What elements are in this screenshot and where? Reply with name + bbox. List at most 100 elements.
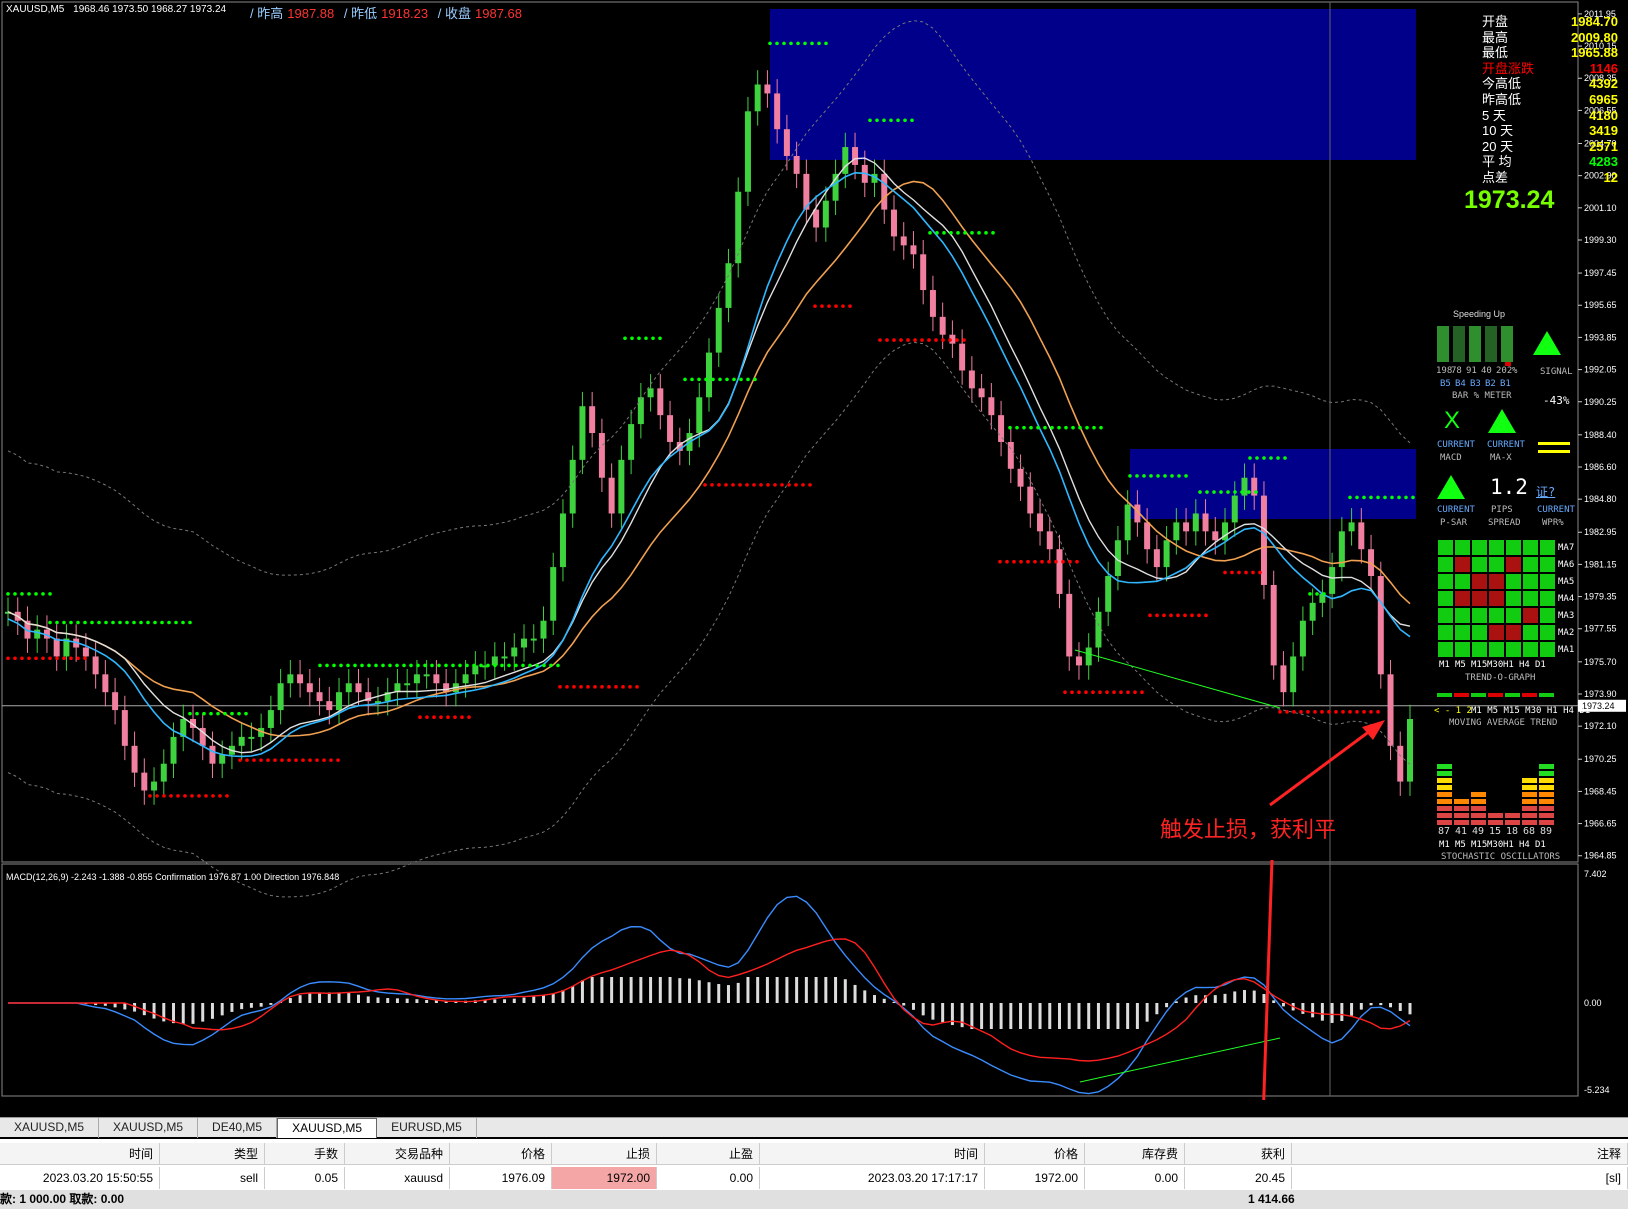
tab-xauusd-m5[interactable]: XAUUSD,M5 [277, 1118, 378, 1138]
sar-dot [223, 711, 227, 716]
col-header[interactable]: 止损 [552, 1143, 657, 1165]
candle-body [112, 692, 119, 711]
sar-dot [1390, 495, 1394, 500]
stoch-seg [1437, 771, 1452, 776]
stat-value: 3419 [1589, 123, 1618, 139]
macd-tick-label: 7.402 [1584, 869, 1607, 879]
trend-cell [1506, 557, 1521, 572]
sar-dot [237, 711, 241, 716]
candle-body [297, 674, 304, 684]
sar-dot [167, 620, 171, 625]
sar-dot [542, 663, 546, 668]
ma-label: MA6 [1558, 560, 1575, 570]
candle-body [1192, 513, 1199, 532]
sar-dot [188, 620, 192, 625]
sar-dot [1149, 474, 1153, 478]
col-header[interactable]: 时间 [760, 1143, 985, 1165]
candle-body [336, 692, 343, 711]
stat-row: 开盘 1984.70 [1482, 14, 1618, 30]
sar-dot [55, 656, 59, 661]
candle-body [774, 93, 781, 130]
sar-dot [521, 663, 525, 668]
sar-dot [1043, 425, 1047, 430]
candle-body [316, 692, 323, 702]
prev-low-label: 昨低 [351, 6, 378, 21]
candle-body [881, 173, 888, 210]
stoch-value: 18 [1506, 826, 1519, 837]
tab-xauusd-m5[interactable]: XAUUSD,M5 [99, 1118, 199, 1138]
sar-dot [1348, 495, 1352, 500]
candle-body [248, 736, 255, 739]
col-header[interactable]: 库存费 [1085, 1143, 1185, 1165]
candle-body [667, 415, 674, 442]
sar-dot [1064, 425, 1068, 430]
trade-row[interactable]: 2023.03.20 15:50:55 sell 0.05 xauusd 1976.09… [0, 1167, 1628, 1189]
trend-cell [1489, 591, 1504, 606]
sar-dot [514, 663, 518, 668]
stoch-value: 41 [1455, 826, 1468, 837]
candle-body [306, 683, 313, 693]
tab-xauusd-m5[interactable]: XAUUSD,M5 [0, 1118, 100, 1138]
sar-dot [910, 118, 914, 123]
sar-dot [230, 711, 234, 716]
sar-dot [913, 338, 917, 342]
sar-dot [956, 231, 960, 235]
stoch-seg [1522, 778, 1537, 783]
trend-cell [1506, 625, 1521, 640]
col-header[interactable]: 类型 [160, 1143, 265, 1165]
trend-cell [1438, 540, 1453, 555]
symbol-header: XAUUSD,M5 1968.46 1973.50 1968.27 1973.2… [6, 4, 232, 15]
stoch-tf-label: D1 [1535, 840, 1546, 850]
col-header[interactable]: 交易品种 [345, 1143, 450, 1165]
mt4-terminal: 2011.95 2010.15 2008.35 2006.55 2004.70 2002.… [0, 0, 1628, 1209]
sar-dot [970, 231, 974, 235]
sar-dot [188, 711, 192, 716]
col-header[interactable]: 价格 [985, 1143, 1085, 1165]
candle-body [968, 370, 975, 389]
signal-up-icon [1533, 331, 1561, 355]
sar-dot [6, 656, 10, 661]
col-header[interactable]: 时间 [0, 1143, 160, 1165]
stat-value: 1146 [1589, 60, 1618, 76]
candle-body [1046, 531, 1053, 550]
sar-dot [139, 620, 143, 625]
tf-label: M30 [1487, 660, 1504, 670]
tab-eurusd-m5[interactable]: EURUSD,M5 [377, 1118, 477, 1138]
col-header[interactable]: 注释 [1292, 1143, 1628, 1165]
price-tick-label: 1973.90 [1584, 689, 1617, 699]
price-chart[interactable]: 2011.952010.152008.352006.552004.702002.… [0, 0, 1628, 1100]
sar-dot [430, 663, 434, 668]
sar-dot [1334, 710, 1338, 714]
trend-cell [1489, 540, 1504, 555]
prev-low-value: 1918.23 [381, 6, 429, 21]
trend-cell [1438, 625, 1453, 640]
candle-body [608, 477, 615, 514]
col-header[interactable]: 手数 [265, 1143, 345, 1165]
sar-dot [942, 231, 946, 235]
sar-dot [1362, 710, 1366, 714]
sar-dot [1278, 710, 1282, 714]
sar-dot [875, 118, 879, 123]
stoch-seg [1471, 792, 1486, 797]
bar-label: B4 [1455, 379, 1466, 389]
sar-dot [1070, 690, 1074, 694]
macd-frame [1, 863, 1579, 1097]
sar-dot [1019, 559, 1023, 564]
sar-dot [266, 758, 270, 762]
col-header[interactable]: 止盈 [657, 1143, 760, 1165]
max-up-icon [1488, 409, 1516, 433]
candle-body [92, 656, 99, 675]
wpr-bar [1538, 442, 1570, 445]
stat-row: 开盘涨跌 1146 [1482, 61, 1618, 77]
tab-de40-m5[interactable]: DE40,M5 [198, 1118, 278, 1138]
price-tick-label: 1997.45 [1584, 268, 1617, 278]
col-header[interactable]: 价格 [450, 1143, 552, 1165]
sar-dot [623, 336, 627, 341]
sar-dot [418, 715, 422, 720]
ma-trend-bar [1522, 693, 1537, 697]
candle-body [920, 254, 927, 291]
tf-label: M1 [1439, 660, 1450, 670]
pips-value: 1.2 [1490, 475, 1528, 499]
col-header[interactable]: 获利 [1185, 1143, 1292, 1165]
candle-body [238, 736, 245, 746]
